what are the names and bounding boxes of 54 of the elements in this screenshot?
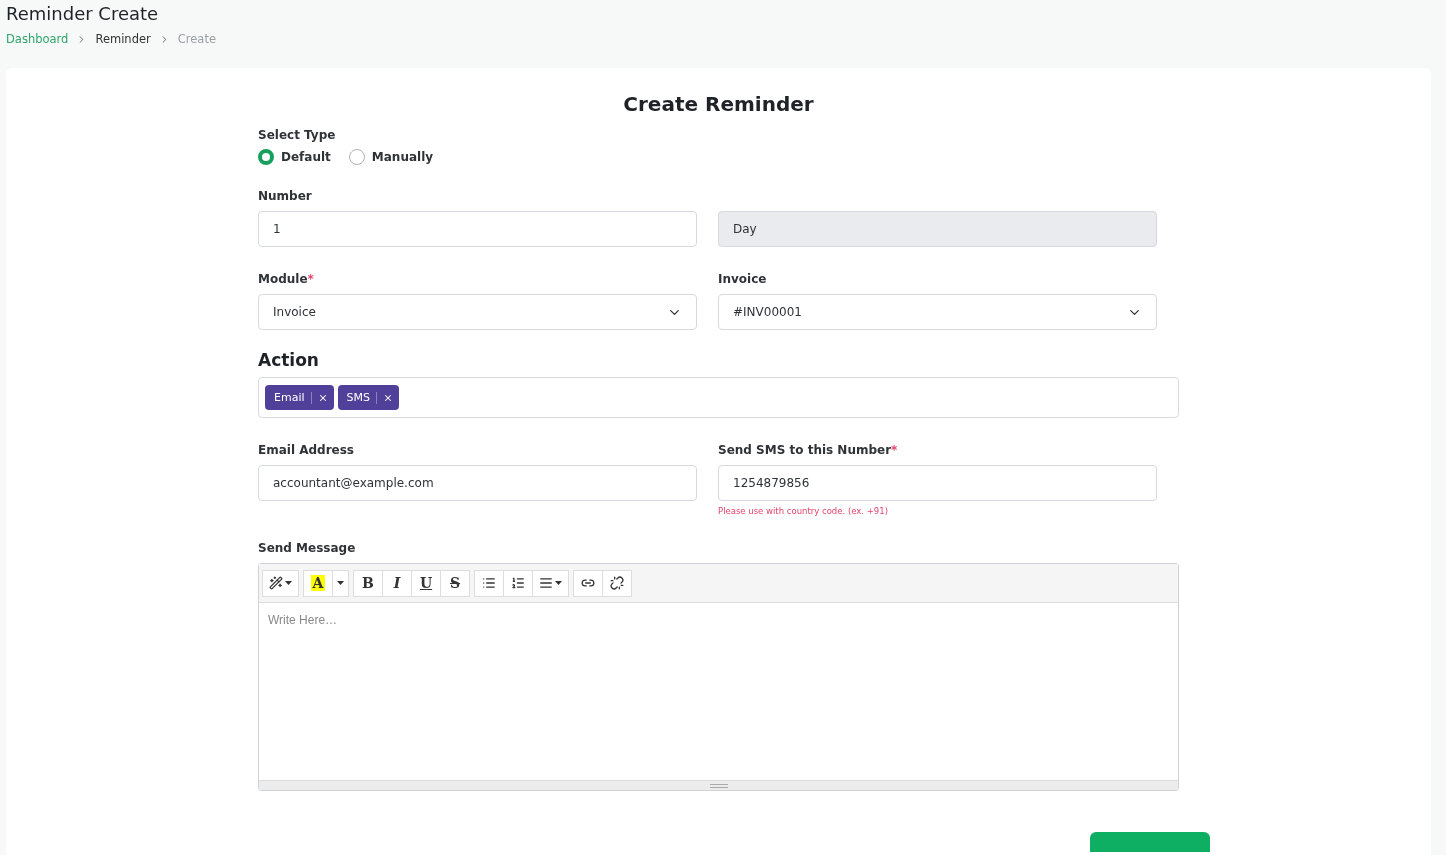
- tag: Email: [265, 385, 334, 410]
- input-field[interactable]: accountant@example.com: [258, 465, 697, 501]
- numbered-list-button[interactable]: [503, 569, 533, 597]
- hint-text: Please use with country code. (ex. +91): [718, 506, 889, 516]
- bullet-list-button[interactable]: [474, 569, 504, 597]
- magic-wand-icon: [269, 576, 283, 590]
- link-icon: [581, 576, 595, 590]
- magic-wand-button[interactable]: [262, 569, 299, 597]
- radio-option[interactable]: Manually: [348, 149, 434, 165]
- align-icon: [539, 576, 553, 590]
- breadcrumb-item: Reminder: [95, 32, 151, 46]
- radio-button[interactable]: [348, 149, 365, 165]
- field-label: Number: [258, 189, 313, 203]
- select-field[interactable]: Invoice: [258, 294, 697, 330]
- unit-field: Day: [718, 211, 1157, 247]
- page-title: Reminder Create: [6, 3, 160, 24]
- form-title: Create Reminder: [622, 92, 815, 116]
- input-field[interactable]: 1254879856: [718, 465, 1157, 501]
- editor-placeholder: Write Here…: [267, 612, 339, 629]
- caret-icon: [337, 581, 344, 585]
- field-label: Invoice: [718, 272, 768, 286]
- underline-button[interactable]: U: [411, 569, 441, 597]
- unlink-button[interactable]: [602, 569, 632, 597]
- bullet-list-icon: [482, 576, 496, 590]
- italic-button[interactable]: I: [382, 569, 412, 597]
- strikethrough-button[interactable]: S: [440, 569, 470, 597]
- text-color-button[interactable]: A: [303, 569, 333, 597]
- required-mark: *: [891, 443, 898, 457]
- grip-icon: [709, 783, 728, 788]
- rich-text-editor[interactable]: A B I U S Write Here…: [258, 563, 1179, 791]
- field-label: Module*: [258, 272, 315, 286]
- remove-icon[interactable]: [317, 392, 328, 403]
- field-label: Select Type: [258, 128, 337, 142]
- numbered-list-icon: [511, 576, 525, 590]
- link-button[interactable]: [573, 569, 603, 597]
- color-dropdown-button[interactable]: [332, 569, 349, 597]
- field-label: Email Address: [258, 443, 355, 457]
- radio-button[interactable]: [258, 149, 274, 165]
- radio-option[interactable]: Default: [258, 149, 331, 165]
- align-button[interactable]: [532, 569, 569, 597]
- unlink-icon: [610, 576, 624, 590]
- caret-icon: [285, 581, 292, 585]
- breadcrumb-item: Create: [177, 32, 216, 46]
- caret-icon: [555, 581, 562, 585]
- field-label: Send Message: [258, 541, 357, 555]
- bold-button[interactable]: B: [353, 569, 383, 597]
- remove-icon[interactable]: [383, 392, 393, 403]
- tag: SMS: [337, 385, 399, 410]
- field-label: Send SMS to this Number*: [718, 443, 899, 457]
- section-title: Action: [258, 350, 320, 370]
- input-field[interactable]: 1: [258, 211, 697, 247]
- multi-select-field[interactable]: Email SMS: [258, 377, 1179, 418]
- required-mark: *: [307, 272, 314, 286]
- select-field[interactable]: #INV00001: [718, 294, 1157, 330]
